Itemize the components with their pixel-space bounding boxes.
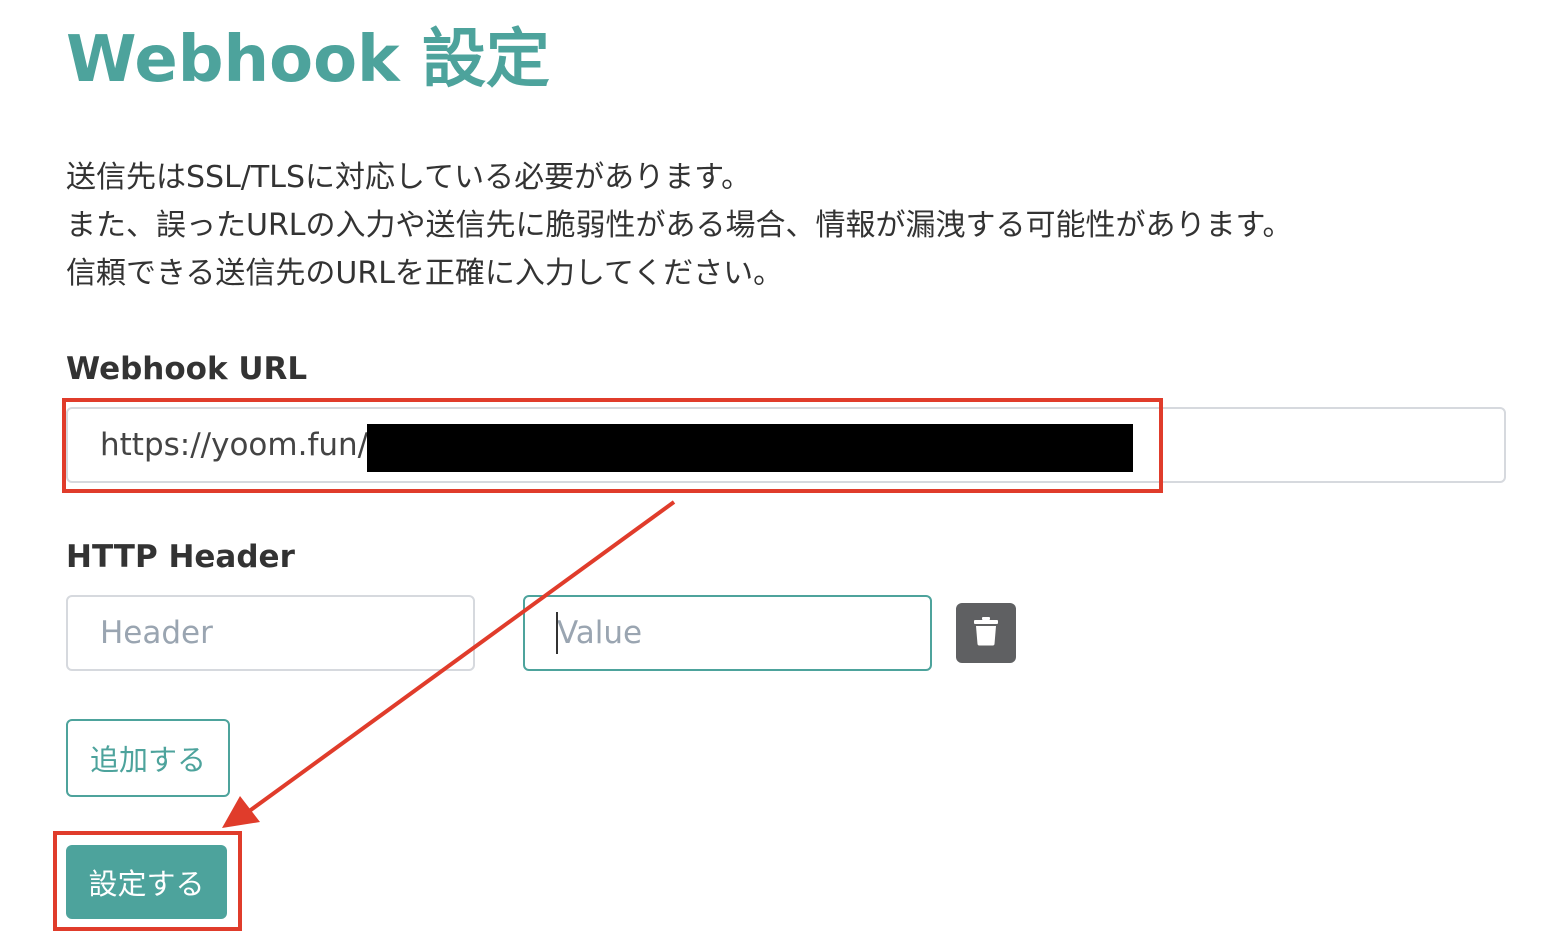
http-header-label: HTTP Header <box>66 539 295 575</box>
description-line-2: また、誤ったURLの入力や送信先に脆弱性がある場合、情報が漏洩する可能性がありま… <box>66 208 1293 243</box>
header-value-input[interactable] <box>523 595 932 671</box>
add-header-button[interactable]: 追加する <box>66 719 230 797</box>
description-line-1: 送信先はSSL/TLSに対応している必要があります。 <box>66 160 752 195</box>
trash-icon <box>973 616 999 650</box>
redacted-url-segment <box>367 424 1133 472</box>
webhook-url-label: Webhook URL <box>66 351 308 387</box>
save-settings-button[interactable]: 設定する <box>66 845 227 919</box>
description-line-3: 信頼できる送信先のURLを正確に入力してください。 <box>66 256 784 291</box>
page-title: Webhook 設定 <box>66 23 550 97</box>
text-cursor <box>556 612 558 654</box>
header-name-input[interactable] <box>66 595 475 671</box>
delete-header-button[interactable] <box>956 603 1016 663</box>
description: 送信先はSSL/TLSに対応している必要があります。 また、誤ったURLの入力や… <box>66 154 1486 298</box>
